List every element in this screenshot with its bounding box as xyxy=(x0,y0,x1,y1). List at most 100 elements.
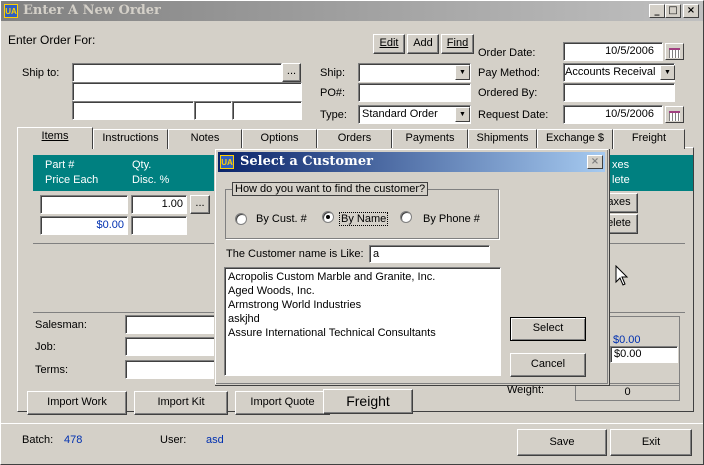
find-method-group-label: How do you want to find the customer? xyxy=(232,182,429,196)
tab-label: Shipments xyxy=(476,132,529,144)
customer-list[interactable]: Acropolis Custom Marble and Granite, Inc… xyxy=(224,267,501,376)
pay-method-select[interactable]: Accounts Receival xyxy=(563,63,675,82)
minimize-icon[interactable]: _ xyxy=(649,4,665,18)
ship-label: Ship: xyxy=(320,67,346,79)
tab-notes[interactable]: Notes xyxy=(168,129,242,149)
select-button[interactable]: Select xyxy=(510,317,586,341)
total-value: $0.00 xyxy=(613,334,641,346)
po-input[interactable] xyxy=(358,83,471,102)
terms-label: Terms: xyxy=(35,364,68,376)
weight-label: Weight: xyxy=(507,384,545,396)
terms-input[interactable] xyxy=(125,360,225,379)
tab-instructions[interactable]: Instructions xyxy=(93,129,168,149)
column-header-delete: lete xyxy=(612,174,630,186)
price-each-input[interactable]: $0.00 xyxy=(40,216,128,235)
footer-divider xyxy=(1,423,703,424)
calendar-icon[interactable] xyxy=(665,106,684,123)
by-name-label: By Name xyxy=(339,212,389,226)
chevron-down-icon[interactable]: ▼ xyxy=(455,65,470,80)
ship-to-city-input[interactable] xyxy=(72,101,194,120)
job-label: Job: xyxy=(35,341,56,353)
window-title-bar[interactable]: UA Enter A New Order _ □ × xyxy=(1,1,703,21)
tab-payments[interactable]: Payments xyxy=(392,129,468,149)
find-button[interactable]: Find xyxy=(441,34,474,54)
tab-shipments[interactable]: Shipments xyxy=(468,129,537,149)
app-icon: UA xyxy=(4,4,18,18)
ship-to-address-input[interactable] xyxy=(72,82,302,101)
dialog-title-bar[interactable]: UA Select a Customer × xyxy=(218,152,605,172)
mouse-cursor-icon xyxy=(615,265,629,286)
add-button-label: Add xyxy=(413,37,433,49)
list-item[interactable]: Acropolis Custom Marble and Granite, Inc… xyxy=(228,270,497,284)
batch-value: 478 xyxy=(64,434,83,446)
tab-label: Orders xyxy=(337,132,372,144)
request-date-label: Request Date: xyxy=(478,109,549,121)
import-quote-button[interactable]: Import Quote xyxy=(235,391,330,415)
column-header-qty: Qty. xyxy=(132,159,152,171)
chevron-down-icon[interactable]: ▼ xyxy=(660,65,675,80)
ship-to-zip-input[interactable] xyxy=(232,101,302,120)
column-header-price: Price Each xyxy=(45,174,99,186)
qty-input[interactable]: 1.00 xyxy=(131,195,187,214)
salesman-input[interactable] xyxy=(125,315,225,334)
tab-label: Payments xyxy=(405,132,455,144)
by-cust-label: By Cust. # xyxy=(256,213,307,225)
salesman-label: Salesman: xyxy=(35,319,87,331)
list-item[interactable]: askjhd xyxy=(228,312,497,326)
dialog-title: Select a Customer xyxy=(240,154,373,169)
customer-name-input[interactable]: a xyxy=(369,245,490,263)
column-header-taxes: xes xyxy=(612,159,630,171)
chevron-down-icon[interactable]: ▼ xyxy=(455,107,470,122)
user-label: User: xyxy=(160,434,187,446)
app-icon: UA xyxy=(220,155,234,169)
part-number-input[interactable] xyxy=(40,195,128,214)
weight-value: 0 xyxy=(575,383,680,401)
customer-like-label: The Customer name is Like: xyxy=(226,248,364,260)
import-kit-button[interactable]: Import Kit xyxy=(134,391,228,415)
order-date-input[interactable]: 10/5/2006 xyxy=(563,42,663,61)
import-work-button[interactable]: Import Work xyxy=(27,391,127,415)
tab-label: Freight xyxy=(631,132,667,144)
disc-input[interactable] xyxy=(131,216,187,235)
add-button[interactable]: Add xyxy=(407,34,439,54)
calendar-icon[interactable] xyxy=(665,43,684,60)
tab-orders[interactable]: Orders xyxy=(317,129,392,149)
list-item[interactable]: Assure International Technical Consultan… xyxy=(228,326,497,340)
save-button[interactable]: Save xyxy=(517,429,607,456)
tab-label: Exchange $ xyxy=(545,132,605,144)
select-customer-dialog: UA Select a Customer × How do you want t… xyxy=(214,148,609,385)
window-title: Enter A New Order xyxy=(23,3,161,18)
by-cust-radio[interactable] xyxy=(235,213,247,225)
ordered-by-input[interactable] xyxy=(563,83,675,102)
list-item[interactable]: Armstrong World Industries xyxy=(228,298,497,312)
request-date-input[interactable]: 10/5/2006 xyxy=(563,105,663,124)
tab-label: Items xyxy=(41,130,69,142)
by-name-radio[interactable] xyxy=(322,211,334,223)
tab-freight[interactable]: Freight xyxy=(613,129,685,149)
maximize-icon[interactable]: □ xyxy=(665,4,681,18)
cancel-button[interactable]: Cancel xyxy=(510,353,586,377)
close-icon[interactable]: × xyxy=(587,155,603,169)
exit-button[interactable]: Exit xyxy=(610,429,692,456)
pay-method-label: Pay Method: xyxy=(478,67,540,79)
type-label: Type: xyxy=(320,109,347,121)
tab-options[interactable]: Options xyxy=(242,129,317,149)
job-input[interactable] xyxy=(125,337,225,356)
ship-to-name-input[interactable] xyxy=(72,63,282,82)
ship-to-state-input[interactable] xyxy=(194,101,232,120)
total-input[interactable]: $0.00 xyxy=(610,346,678,363)
part-browse-button[interactable]: ... xyxy=(190,195,210,214)
tab-label: Instructions xyxy=(102,132,159,144)
edit-button[interactable]: Edit xyxy=(373,34,405,54)
close-icon[interactable]: × xyxy=(683,4,699,18)
column-header-disc: Disc. % xyxy=(132,174,170,186)
list-item[interactable]: Aged Woods, Inc. xyxy=(228,284,497,298)
tab-label: Options xyxy=(260,132,299,144)
ordered-by-label: Ordered By: xyxy=(478,87,538,99)
tab-items[interactable]: Items xyxy=(17,127,93,149)
ship-to-browse-button[interactable]: ... xyxy=(282,63,301,82)
freight-button[interactable]: Freight xyxy=(323,389,413,414)
by-phone-radio[interactable] xyxy=(400,211,412,223)
column-header-part: Part # xyxy=(45,159,75,171)
tab-exchange[interactable]: Exchange $ xyxy=(537,129,613,149)
